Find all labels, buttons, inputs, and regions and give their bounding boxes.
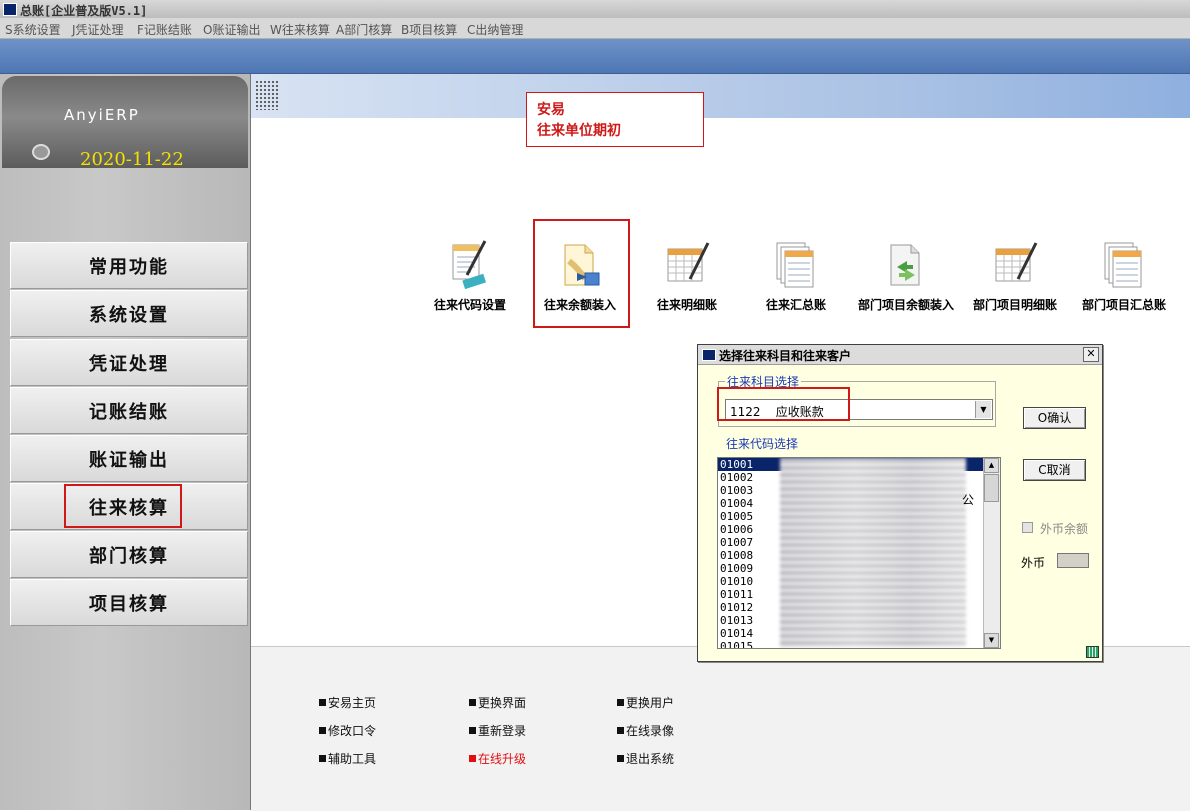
- func-summary-ledger[interactable]: 往来汇总账: [746, 239, 846, 312]
- dept-balance-import-icon: [890, 244, 920, 286]
- dialog-app-icon: [702, 349, 716, 361]
- func-dept-detail-ledger-label: 部门项目明细账: [972, 298, 1057, 312]
- menu-item-output[interactable]: O账证输出: [203, 21, 260, 38]
- sidebar-item-output[interactable]: 账证输出: [10, 435, 248, 482]
- link-tools[interactable]: 辅助工具: [319, 750, 376, 767]
- func-code-setup-label: 往来代码设置: [433, 298, 506, 312]
- func-dept-detail-ledger[interactable]: 部门项目明细账: [965, 239, 1065, 312]
- func-balance-import[interactable]: 往来余额装入: [530, 239, 630, 312]
- fx-field[interactable]: [1057, 553, 1089, 568]
- sidebar-item-department[interactable]: 部门核算: [10, 531, 248, 578]
- subject-select[interactable]: 1122 应收账款 ▼: [725, 399, 993, 420]
- fx-balance-checkbox[interactable]: [1022, 522, 1033, 533]
- sidebar-item-project[interactable]: 项目核算: [10, 579, 248, 626]
- footer-panel: 安易主页 更换界面 更换用户 修改口令 重新登录 在线录像 辅助工具 在线升级 …: [251, 646, 1190, 811]
- func-dept-summary-ledger[interactable]: 部门项目汇总账: [1074, 239, 1174, 312]
- fx-label: 外币: [1021, 556, 1046, 570]
- func-summary-ledger-label: 往来汇总账: [765, 298, 826, 312]
- menu-item-ar-ap[interactable]: W往来核算: [270, 21, 330, 38]
- dialog-titlebar: 选择往来科目和往来客户 ✕: [698, 345, 1102, 365]
- dept-summary-ledger-icon: [1104, 242, 1142, 288]
- code-setup-icon: [452, 240, 487, 290]
- func-detail-ledger-label: 往来明细账: [656, 298, 717, 312]
- brand-panel: AnyiERP 2020-11-22: [2, 76, 248, 170]
- link-relogin[interactable]: 重新登录: [469, 722, 526, 739]
- module-title: 安易 往来单位期初: [526, 92, 704, 147]
- link-change-user[interactable]: 更换用户: [617, 694, 674, 711]
- subject-select-value: 1122 应收账款: [730, 405, 824, 419]
- func-balance-import-label: 往来余额装入: [543, 298, 616, 312]
- code-group-label: 往来代码选择: [726, 437, 799, 451]
- sidebar-item-posting[interactable]: 记账结账: [10, 387, 248, 434]
- detail-ledger-icon: [667, 242, 710, 282]
- system-date: 2020-11-22: [80, 149, 184, 170]
- scroll-thumb[interactable]: [984, 474, 999, 502]
- subject-group-label: 往来科目选择: [725, 373, 802, 390]
- dialog-title: 选择往来科目和往来客户: [719, 349, 852, 363]
- func-code-setup[interactable]: 往来代码设置: [420, 239, 520, 312]
- clock-icon: [32, 144, 50, 160]
- list-scrollbar[interactable]: ▲ ▼: [983, 458, 1000, 648]
- grip-dots-icon: [255, 80, 279, 110]
- menu-item-project[interactable]: B项目核算: [401, 21, 457, 38]
- summary-ledger-icon: [776, 242, 814, 288]
- sidebar-item-system-settings[interactable]: 系统设置: [10, 290, 248, 337]
- scroll-up-icon[interactable]: ▲: [984, 458, 999, 473]
- cancel-button[interactable]: C取消: [1023, 459, 1086, 481]
- redacted-names: [780, 458, 966, 648]
- link-online-upgrade[interactable]: 在线升级: [469, 750, 526, 767]
- menu-item-department[interactable]: A部门核算: [336, 21, 392, 38]
- chevron-down-icon[interactable]: ▼: [975, 401, 991, 418]
- menu-item-cashier[interactable]: C出纳管理: [467, 21, 523, 38]
- sidebar-item-common[interactable]: 常用功能: [10, 242, 248, 289]
- menu-bar: S系统设置 J凭证处理 F记账结账 O账证输出 W往来核算 A部门核算 B项目核…: [0, 18, 1190, 39]
- balance-import-icon: [564, 244, 600, 286]
- brand-logo-text: AnyiERP: [64, 106, 140, 124]
- link-change-ui[interactable]: 更换界面: [469, 694, 526, 711]
- func-dept-balance-import[interactable]: 部门项目余额装入: [856, 239, 956, 312]
- menu-item-posting[interactable]: F记账结账: [137, 21, 192, 38]
- toolbar-band: [0, 39, 1190, 74]
- module-title-line1: 安易: [537, 102, 565, 118]
- func-dept-summary-ledger-label: 部门项目汇总账: [1081, 298, 1166, 312]
- select-account-dialog: 选择往来科目和往来客户 ✕ 往来科目选择 1122 应收账款 ▼ 往来代码选择 …: [697, 344, 1103, 662]
- scroll-down-icon[interactable]: ▼: [984, 633, 999, 648]
- list-tail-text: 公: [962, 493, 975, 507]
- main-header: [251, 74, 1190, 118]
- link-home[interactable]: 安易主页: [319, 694, 376, 711]
- code-list[interactable]: 01001 01002 01003 01004 01005 01006 0100…: [717, 457, 1001, 649]
- window-titlebar: 总账[企业普及版V5.1]: [0, 0, 1190, 19]
- link-exit[interactable]: 退出系统: [617, 750, 674, 767]
- sidebar-item-ar-ap[interactable]: 往来核算: [10, 483, 248, 530]
- close-icon[interactable]: ✕: [1083, 347, 1099, 362]
- subject-group: 往来科目选择 1122 应收账款 ▼: [718, 373, 996, 427]
- link-change-password[interactable]: 修改口令: [319, 722, 376, 739]
- sidebar-item-voucher[interactable]: 凭证处理: [10, 339, 248, 386]
- dept-detail-ledger-icon: [995, 242, 1038, 282]
- ok-button[interactable]: O确认: [1023, 407, 1086, 429]
- func-detail-ledger[interactable]: 往来明细账: [637, 239, 737, 312]
- fx-balance-label: 外币余额: [1040, 522, 1089, 536]
- window-title: 总账[企业普及版V5.1]: [20, 4, 148, 18]
- calculator-icon[interactable]: [1086, 646, 1099, 658]
- link-online-video[interactable]: 在线录像: [617, 722, 674, 739]
- app-icon: [3, 3, 17, 16]
- menu-item-system-settings[interactable]: S系统设置: [5, 21, 61, 38]
- func-dept-balance-import-label: 部门项目余额装入: [857, 298, 954, 312]
- menu-item-voucher[interactable]: J凭证处理: [72, 21, 124, 38]
- module-title-line2: 往来单位期初: [537, 123, 621, 139]
